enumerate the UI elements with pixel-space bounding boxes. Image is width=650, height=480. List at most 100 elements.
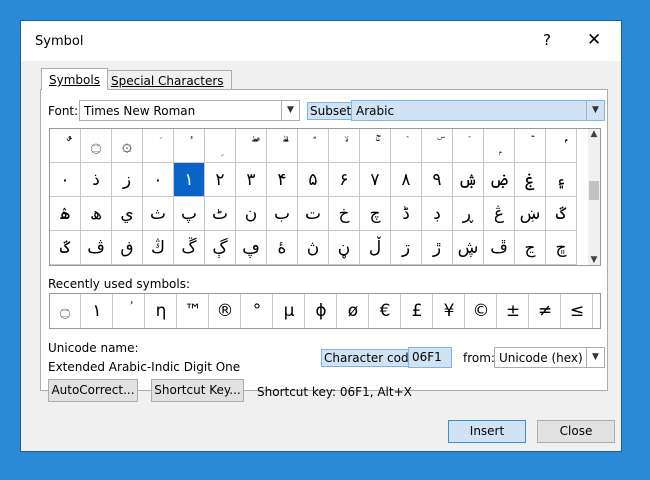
tab-special-characters[interactable]: Special Characters <box>103 70 232 90</box>
recent-symbol-cell[interactable]: ® <box>210 294 241 328</box>
symbol-cell[interactable]: ۛ <box>453 129 484 163</box>
symbol-cell[interactable]: ښ <box>515 197 546 231</box>
recent-symbol-cell[interactable]: ۝ <box>50 294 81 328</box>
symbol-cell[interactable]: ڃ <box>515 231 546 265</box>
symbol-cell[interactable]: ٌ <box>50 129 81 163</box>
symbol-cell[interactable]: ب <box>267 197 298 231</box>
symbol-cell[interactable]: ث <box>143 197 174 231</box>
recent-symbol-cell[interactable]: ± <box>498 294 529 328</box>
symbol-cell[interactable]: ۚ <box>360 129 391 163</box>
shortcut-key-button[interactable]: Shortcut Key... <box>151 379 244 402</box>
close-button[interactable]: Close <box>537 420 615 443</box>
recent-symbol-cell[interactable]: € <box>370 294 401 328</box>
grid-scrollbar[interactable]: ▲ ▼ <box>588 129 600 265</box>
symbol-cell[interactable]: ۼ <box>515 163 546 197</box>
recent-symbol-cell[interactable]: ≤ <box>562 294 593 328</box>
insert-button[interactable]: Insert <box>448 420 526 443</box>
symbol-cell-selected[interactable]: ١ <box>174 163 205 197</box>
symbol-cell[interactable]: ي <box>112 197 143 231</box>
symbol-cell[interactable]: ٣ <box>236 163 267 197</box>
symbol-cell[interactable]: ۘ <box>298 129 329 163</box>
recent-symbol-cell[interactable]: © <box>466 294 497 328</box>
symbol-cell[interactable]: ۝ <box>81 129 112 163</box>
symbol-cell[interactable]: ۸ <box>391 163 422 197</box>
symbol-cell[interactable]: ۺ <box>453 163 484 197</box>
symbol-cell[interactable]: ؚ <box>205 129 236 163</box>
recent-symbol-cell[interactable]: ø <box>338 294 369 328</box>
symbol-cell[interactable]: ڈ <box>391 197 422 231</box>
symbol-cell[interactable]: ن <box>236 197 267 231</box>
recent-symbol-cell[interactable]: ١ <box>82 294 113 328</box>
symbol-cell[interactable]: ۭ <box>484 129 515 163</box>
symbol-cell[interactable]: ڽ <box>298 231 329 265</box>
symbol-cell[interactable]: ڦ <box>484 231 515 265</box>
symbol-cell[interactable]: ۗ <box>267 129 298 163</box>
tab-symbols[interactable]: Symbols <box>41 68 108 90</box>
autocorrect-button[interactable]: AutoCorrect... <box>48 379 138 402</box>
symbol-cell[interactable]: ٠ <box>50 163 81 197</box>
symbol-cell[interactable]: ڱ <box>174 231 205 265</box>
symbol-cell[interactable]: ڤ <box>81 231 112 265</box>
scroll-thumb[interactable] <box>589 181 599 200</box>
symbol-cell[interactable]: ڇ <box>546 231 577 265</box>
recent-symbol-cell[interactable]: ° <box>242 294 273 328</box>
close-icon[interactable]: ✕ <box>587 30 601 50</box>
symbol-cell[interactable]: ؙ <box>174 129 205 163</box>
symbol-cell[interactable]: چ <box>360 197 391 231</box>
recent-symbol-cell[interactable]: η <box>146 294 177 328</box>
symbol-cell[interactable]: ػ <box>50 231 81 265</box>
symbol-cell[interactable]: ۀ <box>267 231 298 265</box>
help-button[interactable]: ? <box>543 31 551 49</box>
symbol-cell[interactable]: ۡ <box>515 129 546 163</box>
symbol-cell[interactable]: ػ <box>546 197 577 231</box>
symbol-cell[interactable]: ڳ <box>205 231 236 265</box>
recent-symbol-cell[interactable]: ≠ <box>530 294 561 328</box>
symbol-cell[interactable]: ۵ <box>298 163 329 197</box>
symbol-cell[interactable]: ڕ <box>453 197 484 231</box>
symbol-cell[interactable]: ۹ <box>422 163 453 197</box>
symbol-cell[interactable]: ڊ <box>422 197 453 231</box>
symbol-cell[interactable]: ۖ <box>236 129 267 163</box>
symbol-cell[interactable]: ۜ <box>422 129 453 163</box>
symbol-cell[interactable]: ڭ <box>143 231 174 265</box>
symbol-cell[interactable]: ۿ <box>50 197 81 231</box>
symbol-cell[interactable]: خ <box>329 197 360 231</box>
symbol-cell[interactable]: ۙ <box>329 129 360 163</box>
symbol-cell[interactable]: ڵ <box>360 231 391 265</box>
symbol-cell[interactable]: ڼ <box>329 231 360 265</box>
symbol-cell[interactable]: ڠ <box>484 197 515 231</box>
symbol-cell[interactable]: ؘ <box>143 129 174 163</box>
symbol-cell[interactable]: ۻ <box>484 163 515 197</box>
recent-symbol-cell[interactable]: ¥ <box>434 294 465 328</box>
recent-symbol-cell[interactable]: µ <box>274 294 305 328</box>
symbol-cell[interactable]: ٠ <box>143 163 174 197</box>
symbol-cell[interactable]: ڜ <box>453 231 484 265</box>
symbol-cell[interactable]: ۴ <box>267 163 298 197</box>
symbol-cell[interactable]: پ <box>174 197 205 231</box>
symbol-cell[interactable]: ۽ <box>546 163 577 197</box>
symbol-cell[interactable]: ھ <box>81 197 112 231</box>
symbol-cell[interactable]: ڧ <box>112 231 143 265</box>
symbol-cell[interactable]: ت <box>298 197 329 231</box>
character-code-input[interactable]: 06F1 <box>408 347 452 368</box>
symbol-cell[interactable]: ۷ <box>360 163 391 197</box>
symbol-cell[interactable]: ذ <box>81 163 112 197</box>
symbol-cell[interactable]: ٢ <box>205 163 236 197</box>
from-dropdown[interactable]: Unicode (hex) ▼ <box>494 347 605 368</box>
recent-symbol-cell[interactable]: ؙ <box>114 294 145 328</box>
symbol-cell[interactable]: ۞ <box>112 129 143 163</box>
subset-dropdown[interactable]: Arabic ▼ <box>351 100 605 121</box>
font-dropdown[interactable]: Times New Roman ▼ <box>79 100 300 121</box>
symbol-cell[interactable]: ز <box>112 163 143 197</box>
scroll-down-icon[interactable]: ▼ <box>588 255 600 265</box>
symbol-cell[interactable]: ٹ <box>205 197 236 231</box>
symbol-cell[interactable]: ۶ <box>329 163 360 197</box>
recent-symbol-cell[interactable]: ™ <box>178 294 209 328</box>
scroll-up-icon[interactable]: ▲ <box>588 129 600 139</box>
symbol-cell[interactable]: ۢ <box>546 129 577 163</box>
symbol-cell[interactable]: ۛ <box>391 129 422 163</box>
recent-symbol-cell[interactable]: £ <box>402 294 433 328</box>
symbol-cell[interactable]: ڗ <box>391 231 422 265</box>
recent-symbol-cell[interactable]: ɸ <box>306 294 337 328</box>
symbol-cell[interactable]: ڙ <box>422 231 453 265</box>
